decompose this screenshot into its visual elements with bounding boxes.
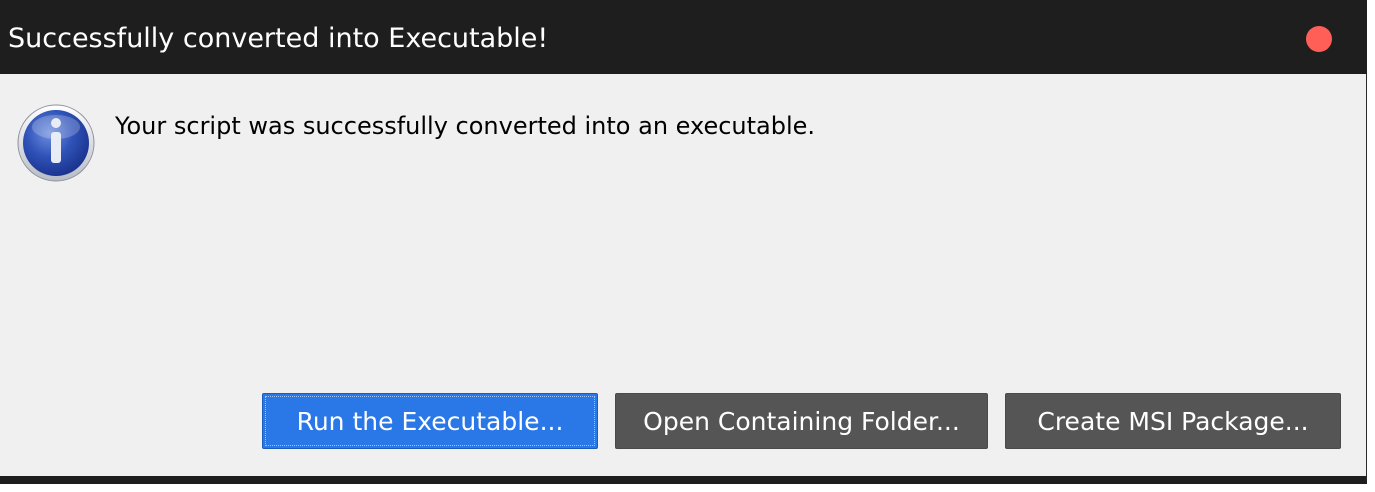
dialog-message: Your script was successfully converted i… (115, 112, 816, 140)
info-icon (17, 104, 95, 182)
dialog-window: Successfully converted into Executable! … (0, 0, 1367, 484)
title-bar: Successfully converted into Executable! (0, 0, 1367, 74)
create-msi-package-button[interactable]: Create MSI Package... (1005, 393, 1341, 449)
open-containing-folder-button[interactable]: Open Containing Folder... (615, 393, 988, 449)
run-executable-button[interactable]: Run the Executable... (262, 393, 598, 449)
window-title: Successfully converted into Executable! (8, 23, 549, 54)
close-icon[interactable] (1306, 26, 1332, 52)
